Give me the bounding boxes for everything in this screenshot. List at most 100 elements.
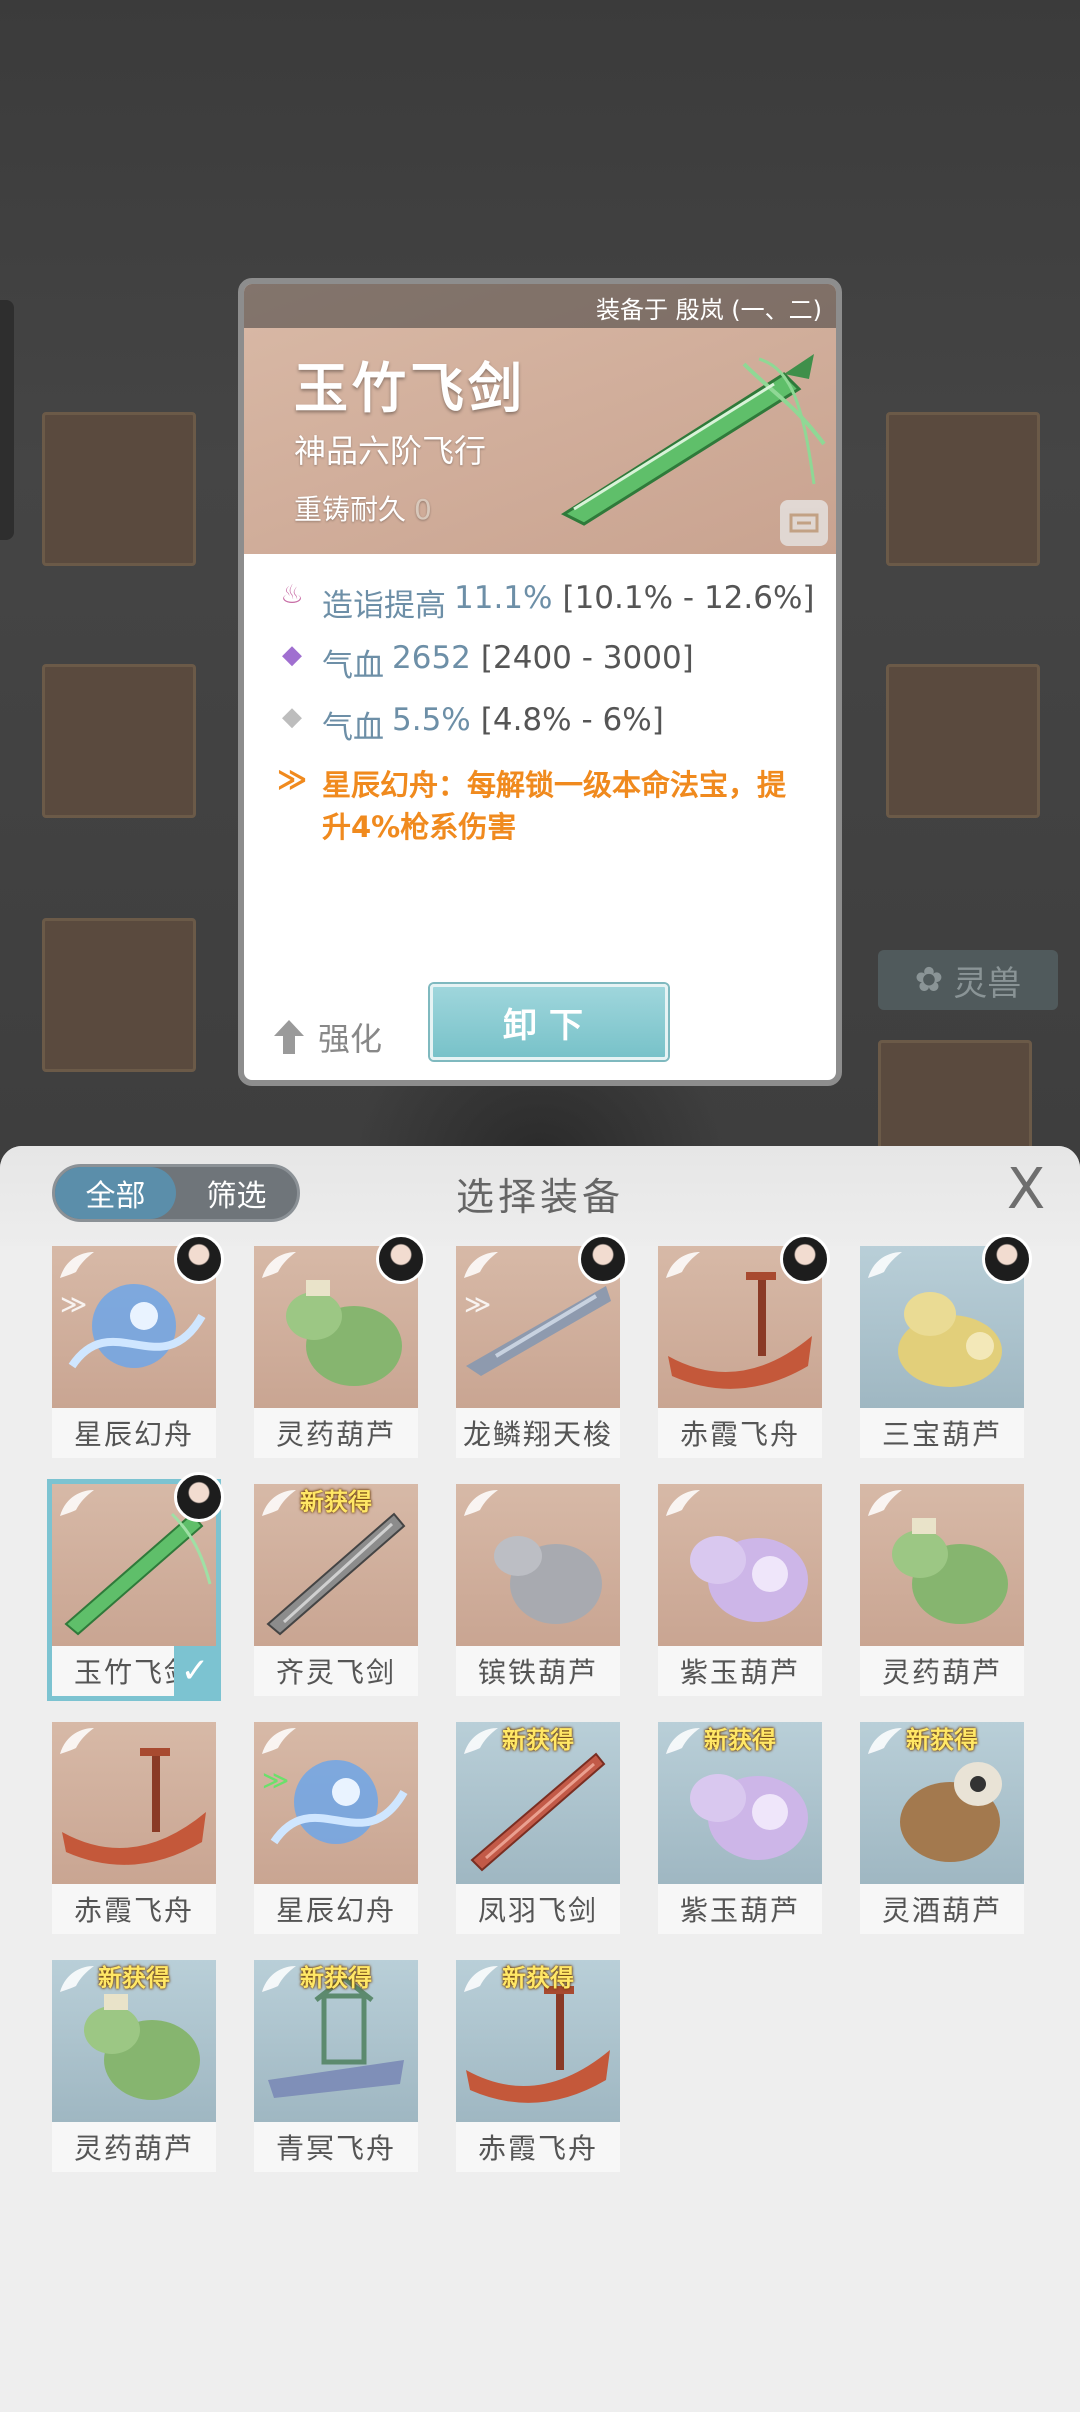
- gray-diamond-icon: ◆: [282, 702, 302, 732]
- upgrade-arrow-icon: [274, 1020, 304, 1054]
- detail-header: 装备于 殷岚 (一、二) 玉竹飞剑 神品六阶飞行 重铸耐久 0: [244, 284, 836, 554]
- equipment-label: 赤霞飞舟: [456, 2122, 620, 2172]
- wing-icon: [262, 1252, 296, 1278]
- equipment-slot: [42, 412, 196, 566]
- equipment-tile[interactable]: 新获得 灵酒葫芦: [860, 1722, 1024, 1934]
- equipment-tile[interactable]: ≫ 星辰幻舟: [254, 1722, 418, 1934]
- equipment-slot: [878, 1040, 1032, 1156]
- wing-icon: [868, 1490, 902, 1516]
- equipment-tile[interactable]: 玉竹飞剑 ✓: [47, 1472, 224, 1701]
- equipment-label: 灵药葫芦: [860, 1646, 1024, 1696]
- equipment-tile[interactable]: 新获得 凤羽飞剑: [456, 1722, 620, 1934]
- flame-icon: ♨: [280, 580, 304, 610]
- special-mark-icon: ≫: [60, 1290, 88, 1320]
- equipment-label: 紫玉葫芦: [658, 1646, 822, 1696]
- item-grade: 神品六阶飞行: [294, 432, 487, 470]
- unequip-button[interactable]: 卸下: [430, 984, 668, 1060]
- equipment-detail-card: 装备于 殷岚 (一、二) 玉竹飞剑 神品六阶飞行 重铸耐久 0 ♨ 造诣提高 11…: [238, 278, 842, 1086]
- strengthen-button[interactable]: 强化: [272, 1014, 382, 1060]
- stat-value: 11.1%: [454, 580, 553, 616]
- character-avatar: [174, 1234, 224, 1284]
- equipment-label: 三宝葫芦: [860, 1408, 1024, 1458]
- equipment-tile[interactable]: 灵药葫芦: [860, 1484, 1024, 1696]
- stat-value: 2652: [392, 640, 471, 676]
- stat-row: ◆ 气血 5.5% [4.8% - 6%]: [274, 702, 664, 747]
- equipment-tile[interactable]: 三宝葫芦: [860, 1234, 1032, 1458]
- character-avatar: [376, 1234, 426, 1284]
- stat-name: 造诣提高: [322, 588, 446, 624]
- character-avatar: [578, 1234, 628, 1284]
- equipment-tile[interactable]: 紫玉葫芦: [658, 1484, 822, 1696]
- durability-label: 重铸耐久: [294, 493, 407, 526]
- stat-value: 5.5%: [392, 702, 471, 738]
- stat-name: 气血: [322, 710, 384, 746]
- close-button[interactable]: X: [996, 1160, 1056, 1220]
- wing-icon: [60, 1490, 94, 1516]
- stat-range: [2400 - 3000]: [480, 640, 694, 676]
- equipment-tile[interactable]: ≫ 星辰幻舟: [52, 1234, 224, 1458]
- equipment-label: 紫玉葫芦: [658, 1884, 822, 1934]
- equipment-label: 青冥飞舟: [254, 2122, 418, 2172]
- equipment-tile[interactable]: 新获得 灵药葫芦: [52, 1960, 216, 2172]
- character-avatar: [174, 1472, 224, 1522]
- equipment-tile[interactable]: 新获得 齐灵飞剑: [254, 1484, 418, 1696]
- equipment-tile[interactable]: 新获得 紫玉葫芦: [658, 1722, 822, 1934]
- spirit-beast-tab: ✿ 灵兽: [878, 950, 1058, 1010]
- wing-icon: [868, 1252, 902, 1278]
- new-badge: 新获得: [300, 1488, 372, 1516]
- wing-icon: [464, 1490, 498, 1516]
- character-avatar: [780, 1234, 830, 1284]
- purple-diamond-icon: ◆: [282, 640, 302, 670]
- select-equipment-panel: 全部 筛选 选择装备 X ≫ 星辰幻舟 灵药葫芦 ≫ 龙鳞翔天梭 赤霞飞舟 三宝葫芦 玉竹飞剑…: [0, 1146, 1080, 2412]
- wing-icon: [666, 1490, 700, 1516]
- new-badge: 新获得: [300, 1964, 372, 1992]
- equipment-slot: [886, 664, 1040, 818]
- equipment-slot: [42, 918, 196, 1072]
- wing-icon: [60, 1728, 94, 1754]
- character-avatar: [982, 1234, 1032, 1284]
- new-badge: 新获得: [98, 1964, 170, 1992]
- wing-icon: [464, 1252, 498, 1278]
- equipment-slot: [42, 664, 196, 818]
- special-mark-icon: ≫: [464, 1290, 492, 1320]
- stat-row: ◆ 气血 2652 [2400 - 3000]: [274, 640, 694, 685]
- equipment-label: 龙鳞翔天梭: [456, 1408, 620, 1458]
- equipment-tile[interactable]: 新获得 赤霞飞舟: [456, 1960, 620, 2172]
- wing-icon: [666, 1252, 700, 1278]
- durability-value: 0: [414, 493, 432, 526]
- equipment-label: 镔铁葫芦: [456, 1646, 620, 1696]
- paw-icon: ✿: [914, 960, 944, 1000]
- equipment-label: 星辰幻舟: [254, 1884, 418, 1934]
- equipment-slot: [886, 412, 1040, 566]
- equipment-tile[interactable]: 新获得 青冥飞舟: [254, 1960, 418, 2172]
- new-badge: 新获得: [502, 1964, 574, 1992]
- stat-name: 气血: [322, 648, 384, 684]
- wing-icon: [60, 1252, 94, 1278]
- equipment-label: 齐灵飞剑: [254, 1646, 418, 1696]
- equipment-tile[interactable]: 灵药葫芦: [254, 1234, 426, 1458]
- special-effect-icon: ≫: [276, 762, 308, 796]
- lock-button[interactable]: [780, 500, 828, 546]
- equipment-label: 灵药葫芦: [254, 1408, 418, 1458]
- equipment-label: 赤霞飞舟: [658, 1408, 822, 1458]
- equipment-tile[interactable]: 赤霞飞舟: [658, 1234, 830, 1458]
- new-badge: 新获得: [502, 1726, 574, 1754]
- new-badge: 新获得: [906, 1726, 978, 1754]
- equipped-to-text: 装备于 殷岚 (一、二): [596, 296, 822, 324]
- special-effect-text: 星辰幻舟：每解锁一级本命法宝，提升4%枪系伤害: [322, 768, 787, 844]
- equipment-label: 星辰幻舟: [52, 1408, 216, 1458]
- equipment-tile[interactable]: 赤霞飞舟: [52, 1722, 216, 1934]
- durability: 重铸耐久 0: [294, 488, 432, 528]
- stat-row: ♨ 造诣提高 11.1% [10.1% - 12.6%]: [274, 580, 815, 625]
- checkmark-icon: ✓: [174, 1646, 216, 1696]
- equipment-label: 赤霞飞舟: [52, 1884, 216, 1934]
- wing-icon: [262, 1728, 296, 1754]
- panel-title: 选择装备: [455, 1175, 624, 1219]
- equipment-label: 凤羽飞剑: [456, 1884, 620, 1934]
- equipment-tile[interactable]: 镔铁葫芦: [456, 1484, 620, 1696]
- lock-icon: [789, 513, 819, 533]
- equipment-tile[interactable]: ≫ 龙鳞翔天梭: [456, 1234, 628, 1458]
- strengthen-label: 强化: [318, 1020, 383, 1058]
- stat-range: [10.1% - 12.6%]: [562, 580, 815, 616]
- new-badge: 新获得: [704, 1726, 776, 1754]
